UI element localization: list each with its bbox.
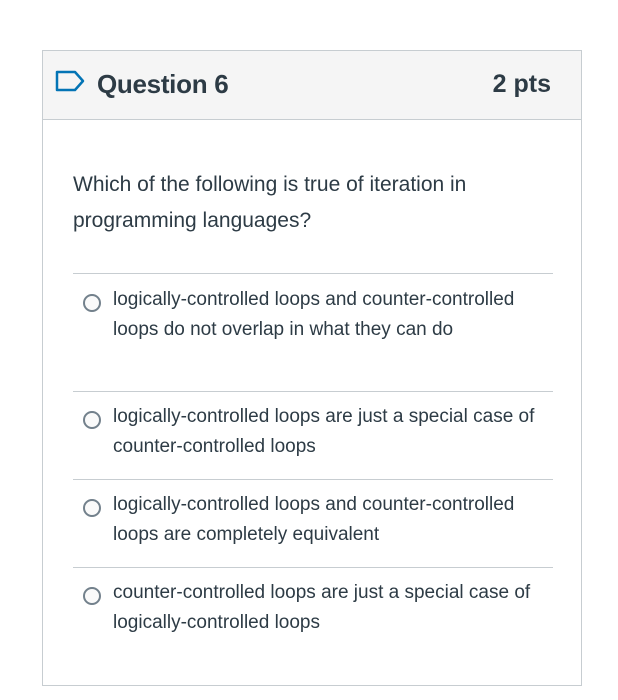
answer-label[interactable]: counter-controlled loops are just a spec… [113,578,553,638]
radio-button[interactable] [83,294,101,312]
question-points: 2 pts [492,70,551,98]
answer-option-2[interactable]: logically-controlled loops are just a sp… [73,391,553,479]
question-header: Question 6 2 pts [43,51,581,120]
question-text: Which of the following is true of iterat… [73,173,467,232]
bookmark-flag-icon[interactable] [55,70,85,92]
answer-option-4[interactable]: counter-controlled loops are just a spec… [73,567,553,655]
question-title: Question 6 [97,69,229,99]
answer-option-3[interactable]: logically-controlled loops and counter-c… [73,479,553,567]
answer-label[interactable]: logically-controlled loops and counter-c… [113,285,553,345]
answer-label[interactable]: logically-controlled loops are just a sp… [113,402,553,462]
question-card: Question 6 2 pts Which of the following … [42,50,582,686]
answer-label[interactable]: logically-controlled loops and counter-c… [113,490,553,550]
radio-button[interactable] [83,499,101,517]
answer-option-1[interactable]: logically-controlled loops and counter-c… [73,273,553,391]
radio-button[interactable] [83,411,101,429]
answer-list: logically-controlled loops and counter-c… [73,273,553,655]
radio-button[interactable] [83,587,101,605]
